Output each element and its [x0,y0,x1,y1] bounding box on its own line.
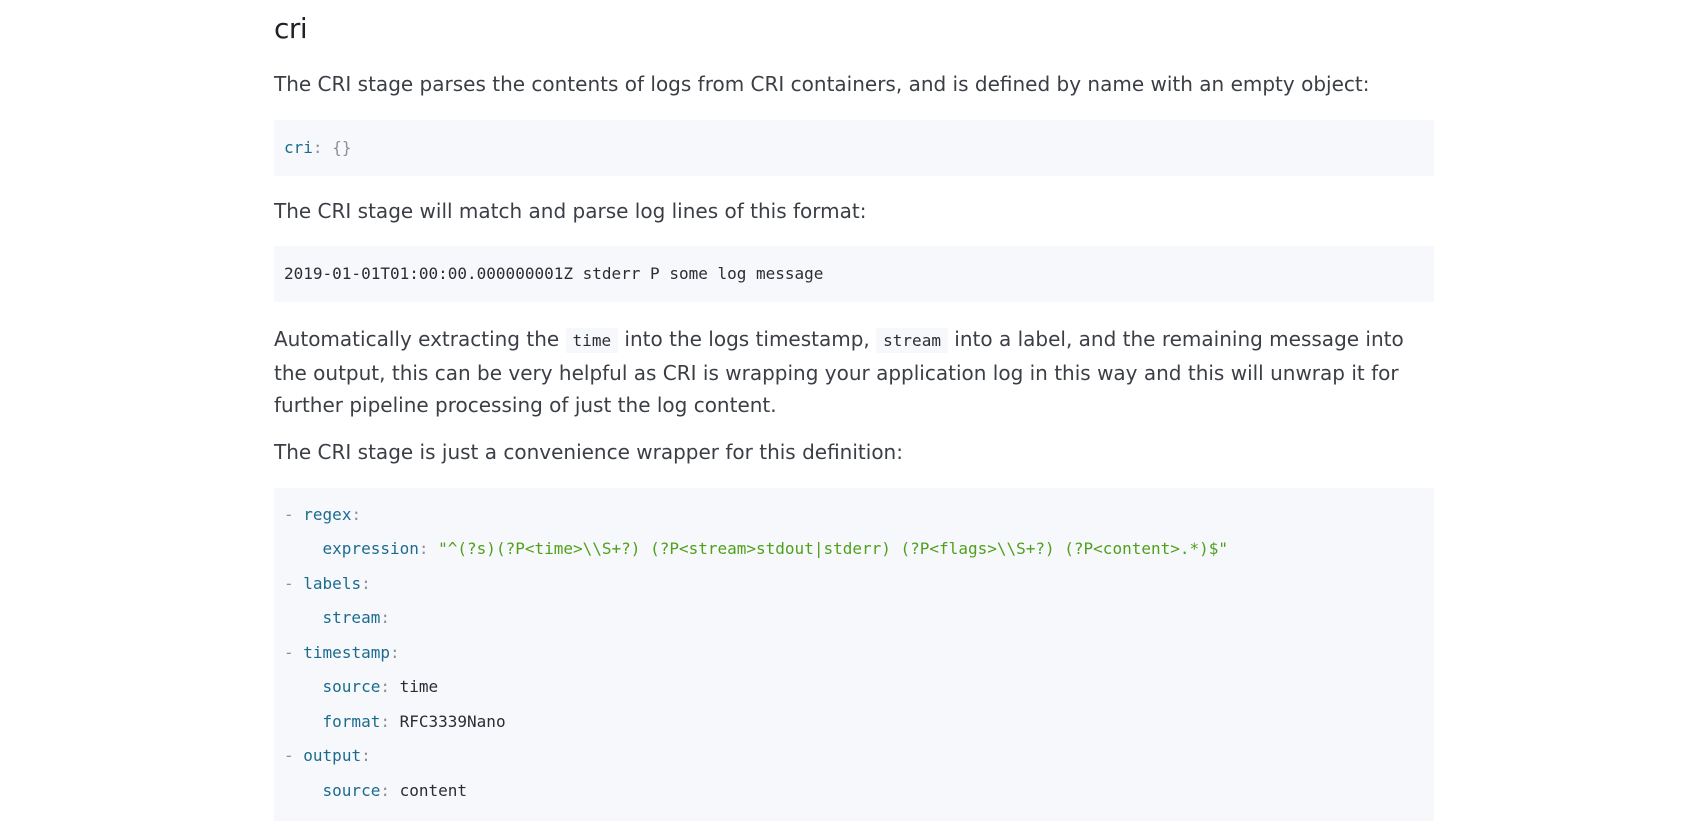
code-line: - regex: [284,505,362,524]
code-block-definition: - regex: expression: "^(?s)(?P<time>\\S+… [274,488,1434,821]
match-paragraph: The CRI stage will match and parse log l… [274,199,867,223]
code-line: - output: [284,746,371,765]
code-line: stream: [322,608,390,627]
code-line: - labels: [284,574,371,593]
wrapper-paragraph: The CRI stage is just a convenience wrap… [274,440,903,464]
code-value: {} [332,138,352,157]
code-block-cri: cri: {} [274,120,1434,176]
inline-code-stream: stream [876,328,948,353]
section-heading: cri [274,12,308,45]
code-line: format: RFC3339Nano [322,712,506,731]
code-line: - timestamp: [284,643,400,662]
code-line: cri: {} [284,138,352,157]
intro-paragraph: The CRI stage parses the contents of log… [274,72,1370,96]
code-line: expression: "^(?s)(?P<time>\\S+?) (?P<st… [322,539,1229,558]
code-line: source: time [322,677,439,696]
inline-code-time: time [565,328,619,353]
code-line: 2019-01-01T01:00:00.000000001Z stderr P … [284,264,824,283]
code-block-log-format: 2019-01-01T01:00:00.000000001Z stderr P … [274,246,1434,302]
code-key: cri [284,138,313,157]
code-line: source: content [322,781,468,800]
auto-paragraph: Automatically extracting the time into t… [274,327,1404,417]
